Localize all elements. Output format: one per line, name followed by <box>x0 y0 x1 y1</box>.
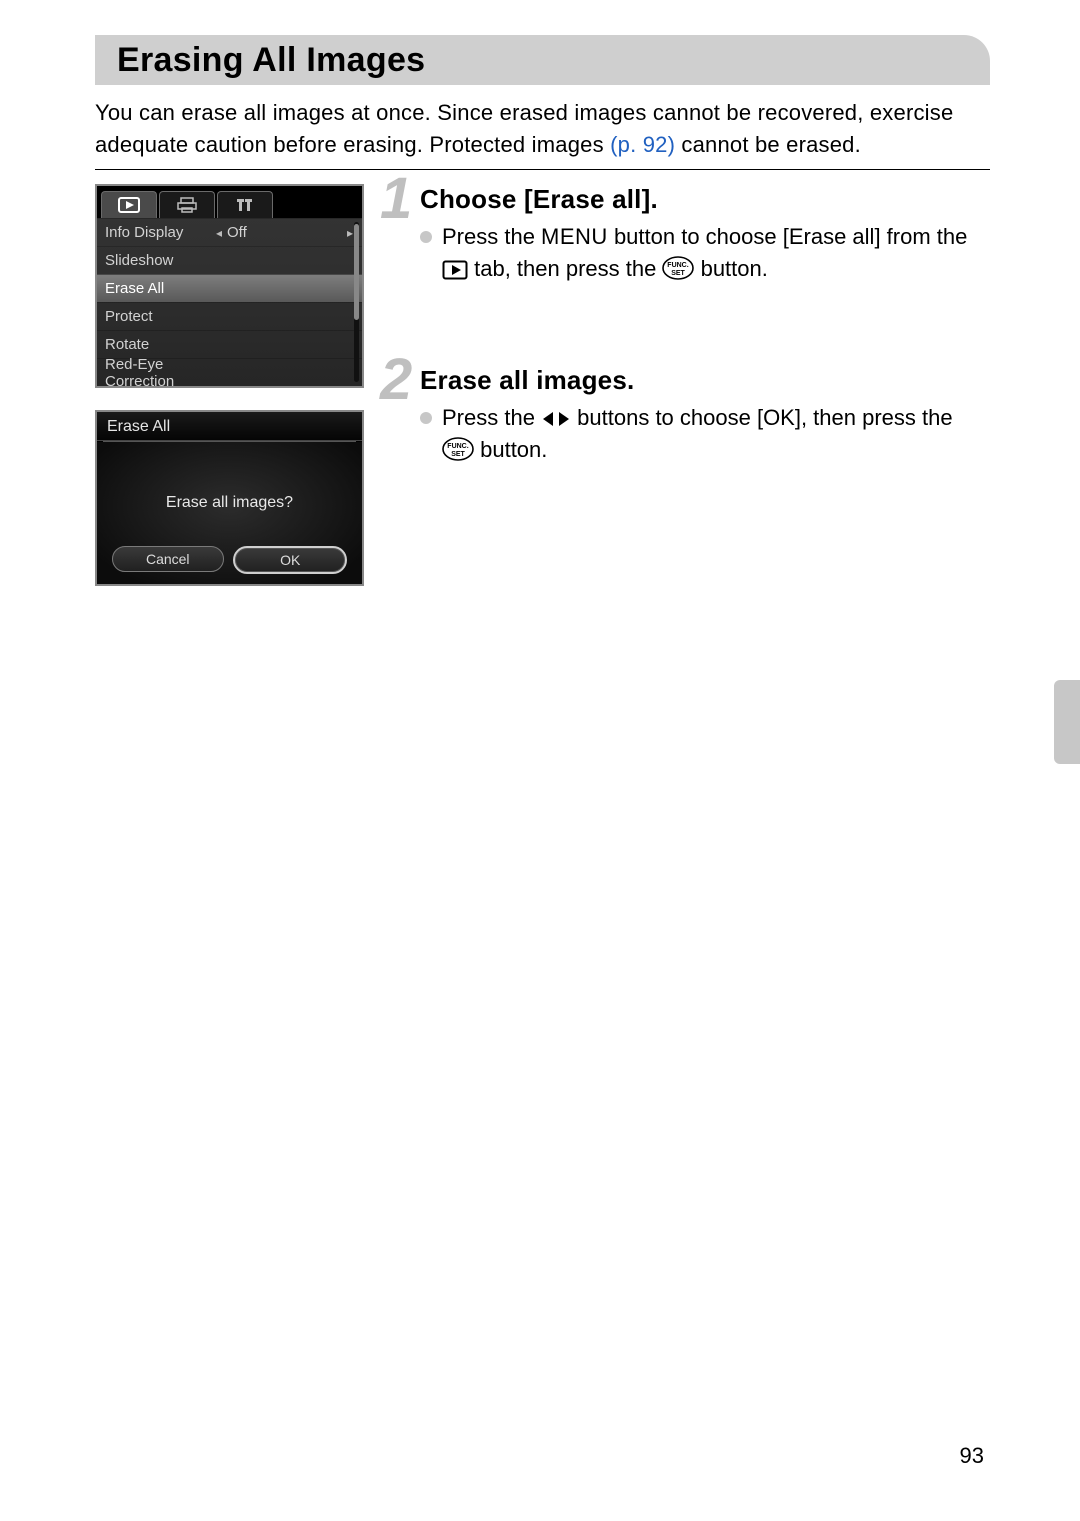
step-number: 1 <box>380 170 410 228</box>
menu-row-value: Off <box>223 224 346 241</box>
page-ref-link[interactable]: (p. 92) <box>610 132 675 157</box>
menu-row-label: Rotate <box>105 336 215 353</box>
menu-row: Protect <box>97 302 362 330</box>
menu-row-label: Info Display <box>105 224 215 241</box>
step-1: 1 Choose [Erase all]. Press the MENU but… <box>380 184 990 285</box>
menu-row-label: Slideshow <box>105 252 215 269</box>
left-right-arrows-icon <box>541 409 571 429</box>
confirm-header: Erase All <box>97 412 362 441</box>
step-2: 2 Erase all images. Press the buttons to… <box>380 365 990 466</box>
confirm-button-row: Cancel OK <box>97 546 362 574</box>
step-text: Press the <box>442 224 541 249</box>
bullet-icon <box>420 231 432 243</box>
step-text: tab, then press the <box>468 256 662 281</box>
menu-row-label: Red-Eye Correction <box>105 356 215 390</box>
section-title-bar: Erasing All Images <box>95 35 990 85</box>
menu-row: Slideshow <box>97 246 362 274</box>
menu-row: Rotate <box>97 330 362 358</box>
svg-text:SET: SET <box>672 270 686 277</box>
step-text: button. <box>474 437 547 462</box>
func-set-icon: FUNC.SET <box>662 256 694 280</box>
menu-row-label: Protect <box>105 308 215 325</box>
menu-row: Info Display ◂ Off ▸ <box>97 218 362 246</box>
menu-row: Red-Eye Correction <box>97 358 362 386</box>
arrow-left-icon: ◂ <box>215 226 223 240</box>
camera-menu-screenshot: Info Display ◂ Off ▸ Slideshow Erase All… <box>95 184 364 388</box>
confirm-prompt: Erase all images? <box>97 494 362 512</box>
edge-thumb-tab <box>1054 680 1080 764</box>
cancel-button: Cancel <box>112 546 224 572</box>
step-text: button to choose [Erase all] from the <box>608 224 968 249</box>
menu-row-label: Erase All <box>105 280 215 297</box>
svg-text:SET: SET <box>451 451 465 458</box>
section-title: Erasing All Images <box>95 35 990 85</box>
step-text: buttons to choose [OK], then press the <box>571 405 953 430</box>
svg-text:FUNC.: FUNC. <box>447 443 468 450</box>
step-body: Press the buttons to choose [OK], then p… <box>420 402 990 466</box>
playback-tab-icon <box>442 260 468 280</box>
playback-tab-icon <box>101 191 157 218</box>
step-text: button. <box>694 256 767 281</box>
step-title: Erase all images. <box>420 365 990 396</box>
camera-scrollbar-thumb <box>354 224 359 320</box>
camera-scrollbar <box>354 222 359 382</box>
menu-keyword: MENU <box>541 224 608 249</box>
page-number: 93 <box>960 1443 984 1469</box>
step-body: Press the MENU button to choose [Erase a… <box>420 221 990 285</box>
step-number: 2 <box>380 351 410 409</box>
step-text: Press the <box>442 405 541 430</box>
bullet-icon <box>420 412 432 424</box>
camera-menu-body: Info Display ◂ Off ▸ Slideshow Erase All… <box>97 218 362 386</box>
intro-text-2: cannot be erased. <box>675 132 861 157</box>
ok-button: OK <box>233 546 347 574</box>
confirm-body: Erase all images? Cancel OK <box>97 442 362 584</box>
divider <box>95 169 990 170</box>
arrow-right-icon: ▸ <box>346 226 354 240</box>
intro-paragraph: You can erase all images at once. Since … <box>95 97 990 161</box>
tools-tab-icon <box>217 191 273 218</box>
func-set-icon: FUNC.SET <box>442 437 474 461</box>
print-tab-icon <box>159 191 215 218</box>
svg-text:FUNC.: FUNC. <box>668 262 689 269</box>
step-title: Choose [Erase all]. <box>420 184 990 215</box>
menu-row-selected: Erase All <box>97 274 362 302</box>
camera-confirm-screenshot: Erase All Erase all images? Cancel OK <box>95 410 364 586</box>
camera-tabs <box>97 186 362 218</box>
